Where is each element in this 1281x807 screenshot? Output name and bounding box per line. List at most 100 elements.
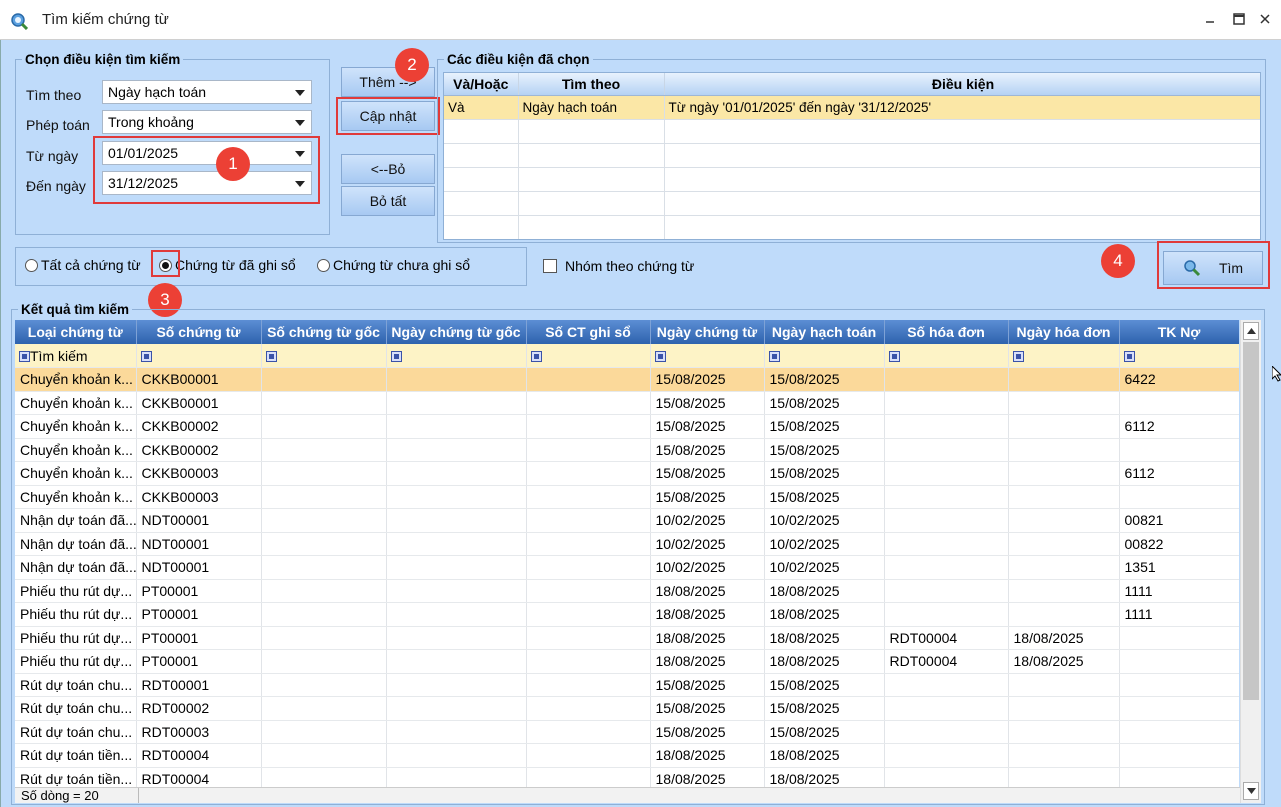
scroll-down-button[interactable] [1243,782,1259,800]
table-row[interactable]: Chuyển khoản k... CKKB00001 15/08/2025 15/0… [15,367,1239,392]
table-cell [884,767,1009,787]
table-row[interactable]: Nhận dự toán đã... NDT00001 10/02/2025 10/0… [15,532,1239,556]
chosen-conditions-legend: Các điều kiện đã chọn [447,52,590,67]
mouse-cursor-icon [1272,366,1281,382]
table-row[interactable]: Nhận dự toán đã... NDT00001 10/02/2025 10/0… [15,555,1239,580]
tim-theo-select[interactable]: Ngày hạch toán [102,80,312,104]
table-cell: Rút dự toán tiền... [15,767,137,787]
table-row[interactable]: Rút dự toán chu... RDT00002 15/08/2025 15/0… [15,696,1239,721]
table-cell [884,414,1009,439]
table-cell: Chuyển khoản k... [15,367,137,392]
filter-cell[interactable]: Tìm kiếm [15,344,137,368]
phep-toan-select[interactable]: Trong khoảng [102,110,312,134]
table-cell: Rút dự toán tiền... [15,743,137,768]
table-row[interactable]: Nhận dự toán đã... NDT00001 10/02/2025 10/0… [15,508,1239,533]
table-row[interactable]: Phiếu thu rút dự... PT00001 18/08/2025 18/0… [15,649,1239,674]
table-cell: CKKB00001 [136,391,262,415]
scroll-thumb[interactable] [1243,342,1259,700]
table-row[interactable]: Rút dự toán chu... RDT00003 15/08/2025 15/0… [15,720,1239,744]
radio-all-documents[interactable]: Tất cả chứng từ [25,257,141,273]
column-header[interactable]: Loại chứng từ [15,320,137,344]
search-document-icon [11,13,28,30]
filter-cell[interactable] [136,344,262,368]
column-header[interactable]: Ngày chứng từ gốc [386,320,527,344]
table-cell: 18/08/2025 [764,767,885,787]
filter-icon [265,351,277,363]
column-header[interactable]: Số hóa đơn [884,320,1009,344]
radio-unposted-documents[interactable]: Chứng từ chưa ghi sổ [317,257,470,273]
minimize-button[interactable] [1196,8,1224,30]
table-cell: CKKB00003 [136,485,262,509]
table-cell: PT00001 [136,649,262,674]
table-cell: Chuyển khoản k... [15,414,137,439]
annotation-highlight-radio [151,250,180,277]
table-cell: NDT00001 [136,508,262,533]
table-cell: 18/08/2025 [764,626,885,650]
filter-cell[interactable] [261,344,387,368]
close-button[interactable] [1251,8,1279,30]
column-header[interactable]: Số chứng từ [136,320,262,344]
empty-row[interactable] [444,191,1260,216]
filter-cell[interactable] [526,344,651,368]
table-cell [526,414,651,439]
group-by-document-checkbox[interactable]: Nhóm theo chứng từ [543,258,694,274]
table-row[interactable]: Chuyển khoản k... CKKB00001 15/08/2025 15/0… [15,391,1239,415]
table-cell: 15/08/2025 [764,720,885,744]
filter-cell[interactable] [884,344,1009,368]
column-header[interactable]: Số CT ghi sổ [526,320,651,344]
results-vertical-scrollbar[interactable] [1240,320,1261,803]
table-row[interactable]: Rút dự toán tiền... RDT00004 18/08/2025 18/… [15,743,1239,768]
table-cell [1008,438,1120,462]
filter-cell[interactable] [764,344,885,368]
scroll-up-button[interactable] [1243,322,1259,340]
table-row[interactable]: Chuyển khoản k... CKKB00002 15/08/2025 15/0… [15,414,1239,439]
empty-row[interactable] [444,215,1260,239]
table-row[interactable]: Chuyển khoản k... CKKB00003 15/08/2025 15/0… [15,485,1239,509]
remove-all-button[interactable]: Bỏ tất [341,186,435,216]
table-cell [261,555,387,580]
filter-cell[interactable] [1008,344,1120,368]
table-row[interactable]: Chuyển khoản k... CKKB00003 15/08/2025 15/0… [15,461,1239,486]
chosen-row[interactable]: Và Ngày hạch toán Từ ngày '01/01/2025' đ… [444,95,1260,120]
filter-row[interactable]: Tìm kiếm [15,344,1239,368]
column-header[interactable]: Số chứng từ gốc [261,320,387,344]
table-cell [261,602,387,627]
table-cell [1008,414,1120,439]
filter-cell[interactable] [1119,344,1239,368]
column-header[interactable]: Ngày hạch toán [764,320,885,344]
phep-toan-label: Phép toán [26,117,90,133]
table-cell [386,485,527,509]
empty-row[interactable] [444,119,1260,144]
table-cell [1119,626,1239,650]
table-row[interactable]: Phiếu thu rút dự... PT00001 18/08/2025 18/0… [15,602,1239,627]
table-row[interactable]: Phiếu thu rút dự... PT00001 18/08/2025 18/0… [15,626,1239,650]
table-cell: 15/08/2025 [764,367,885,392]
table-row[interactable]: Phiếu thu rút dự... PT00001 18/08/2025 18/0… [15,579,1239,603]
table-cell [1008,508,1120,533]
table-cell [526,367,651,392]
table-row[interactable]: Rút dự toán chu... RDT00001 15/08/2025 15/0… [15,673,1239,697]
table-cell: 15/08/2025 [764,438,885,462]
table-cell [386,649,527,674]
filter-cell[interactable] [386,344,527,368]
empty-row[interactable] [444,167,1260,192]
results-header-row: Loại chứng từ Số chứng từ Số chứng từ gố… [15,320,1239,344]
table-row[interactable]: Rút dự toán tiền... RDT00004 18/08/2025 18/… [15,767,1239,787]
table-cell: Rút dự toán chu... [15,696,137,721]
table-row[interactable]: Chuyển khoản k... CKKB00002 15/08/2025 15/0… [15,438,1239,462]
table-cell [1008,720,1120,744]
column-header[interactable]: Điều kiện [664,73,1260,96]
maximize-button[interactable] [1225,8,1253,30]
table-cell: 18/08/2025 [764,743,885,768]
column-header[interactable]: Và/Hoặc [444,73,519,96]
table-cell [1008,367,1120,392]
column-header[interactable]: Ngày chứng từ [650,320,765,344]
table-cell: 18/08/2025 [650,626,765,650]
remove-condition-button[interactable]: <--Bỏ [341,154,435,184]
column-header[interactable]: Tìm theo [518,73,665,96]
column-header[interactable]: Ngày hóa đơn [1008,320,1120,344]
column-header[interactable]: TK Nợ [1119,320,1239,344]
filter-icon [1123,351,1135,363]
empty-row[interactable] [444,143,1260,168]
filter-cell[interactable] [650,344,765,368]
